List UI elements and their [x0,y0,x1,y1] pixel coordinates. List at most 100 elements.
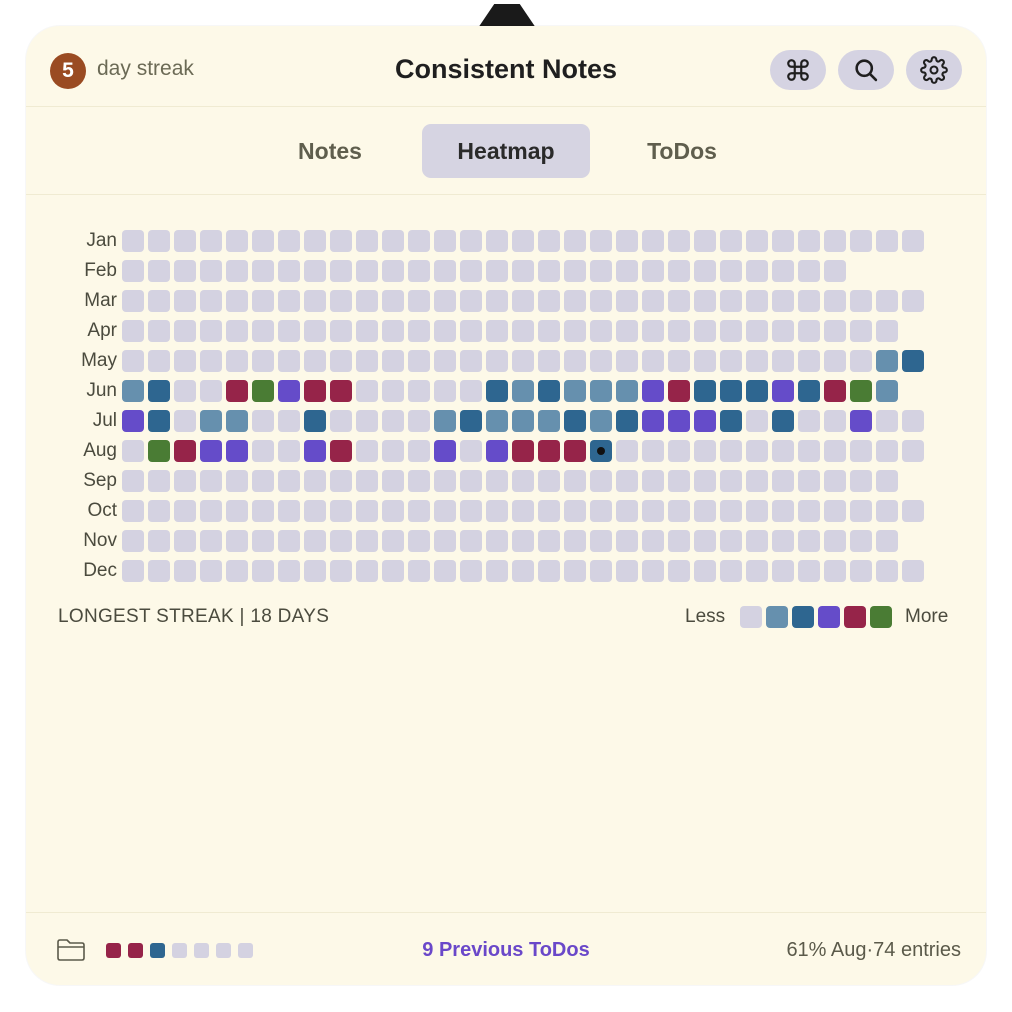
heatmap-day-cell[interactable] [174,560,196,582]
heatmap-day-cell[interactable] [876,500,898,522]
heatmap-day-cell[interactable] [668,530,690,552]
heatmap-day-cell[interactable] [174,230,196,252]
heatmap-day-cell[interactable] [408,260,430,282]
heatmap-day-cell[interactable] [642,260,664,282]
heatmap-day-cell[interactable] [486,350,508,372]
heatmap-day-cell[interactable] [590,230,612,252]
heatmap-day-cell[interactable] [278,260,300,282]
heatmap-day-cell[interactable] [226,290,248,312]
heatmap-day-cell[interactable] [668,230,690,252]
heatmap-day-cell[interactable] [746,500,768,522]
heatmap-day-cell[interactable] [382,500,404,522]
heatmap-day-cell[interactable] [330,260,352,282]
heatmap-day-cell[interactable] [252,350,274,372]
heatmap-day-cell[interactable] [148,410,170,432]
heatmap-day-cell[interactable] [122,560,144,582]
heatmap-day-cell[interactable] [564,320,586,342]
tab-notes[interactable]: Notes [270,124,390,178]
heatmap-day-cell[interactable] [486,530,508,552]
heatmap-day-cell[interactable] [460,380,482,402]
heatmap-day-cell[interactable] [382,320,404,342]
heatmap-day-cell[interactable] [902,350,924,372]
heatmap-day-cell[interactable] [720,320,742,342]
heatmap-day-cell[interactable] [798,560,820,582]
heatmap-day-cell[interactable] [304,350,326,372]
heatmap-day-cell[interactable] [382,260,404,282]
heatmap-day-cell[interactable] [720,380,742,402]
heatmap-day-cell[interactable] [850,350,872,372]
heatmap-day-cell[interactable] [304,500,326,522]
heatmap-day-cell[interactable] [174,290,196,312]
heatmap-day-cell[interactable] [590,350,612,372]
heatmap-day-cell[interactable] [538,320,560,342]
heatmap-day-cell[interactable] [226,230,248,252]
tab-todos[interactable]: ToDos [622,124,742,178]
heatmap-day-cell[interactable] [590,320,612,342]
heatmap-day-cell[interactable] [382,380,404,402]
heatmap-day-cell[interactable] [590,530,612,552]
heatmap-day-cell[interactable] [382,230,404,252]
heatmap-day-cell[interactable] [850,410,872,432]
heatmap-day-cell[interactable] [148,350,170,372]
heatmap-day-cell[interactable] [434,260,456,282]
heatmap-day-cell[interactable] [252,530,274,552]
heatmap-day-cell[interactable] [148,380,170,402]
heatmap-day-cell[interactable] [408,410,430,432]
heatmap-day-cell[interactable] [382,470,404,492]
heatmap-day-cell[interactable] [226,380,248,402]
heatmap-day-cell[interactable] [694,230,716,252]
heatmap-day-cell[interactable] [902,230,924,252]
heatmap-day-cell[interactable] [850,470,872,492]
heatmap-day-cell[interactable] [850,290,872,312]
heatmap-day-cell[interactable] [408,380,430,402]
heatmap-day-cell[interactable] [564,230,586,252]
heatmap-day-cell[interactable] [824,380,846,402]
heatmap-day-cell[interactable] [564,560,586,582]
heatmap-day-cell[interactable] [382,350,404,372]
heatmap-day-cell[interactable] [798,530,820,552]
heatmap-day-cell[interactable] [148,470,170,492]
heatmap-day-cell[interactable] [902,560,924,582]
heatmap-day-cell[interactable] [850,560,872,582]
heatmap-day-cell[interactable] [512,290,534,312]
heatmap-day-cell[interactable] [746,260,768,282]
heatmap-day-cell[interactable] [798,440,820,462]
heatmap-day-cell[interactable] [772,290,794,312]
heatmap-day-cell[interactable] [668,470,690,492]
heatmap-day-cell[interactable] [486,470,508,492]
heatmap-day-cell[interactable] [512,470,534,492]
heatmap-day-cell[interactable] [564,440,586,462]
command-button[interactable] [770,50,826,90]
heatmap-day-cell[interactable] [590,500,612,522]
heatmap-day-cell[interactable] [486,560,508,582]
heatmap-day-cell[interactable] [668,290,690,312]
heatmap-day-cell[interactable] [252,470,274,492]
heatmap-day-cell[interactable] [694,320,716,342]
heatmap-day-cell[interactable] [564,530,586,552]
heatmap-day-cell[interactable] [824,410,846,432]
heatmap-day-cell[interactable] [174,500,196,522]
heatmap-day-cell[interactable] [798,290,820,312]
heatmap-day-cell[interactable] [226,410,248,432]
heatmap-day-cell[interactable] [642,470,664,492]
heatmap-day-cell[interactable] [564,290,586,312]
heatmap-day-cell[interactable] [252,440,274,462]
heatmap-day-cell[interactable] [460,350,482,372]
heatmap-day-cell[interactable] [876,560,898,582]
heatmap-day-cell[interactable] [668,560,690,582]
heatmap-day-cell[interactable] [590,560,612,582]
heatmap-day-cell[interactable] [590,470,612,492]
heatmap-day-cell[interactable] [694,440,716,462]
heatmap-day-cell[interactable] [850,230,872,252]
heatmap-day-cell[interactable] [148,440,170,462]
heatmap-day-cell[interactable] [226,560,248,582]
heatmap-day-cell[interactable] [824,260,846,282]
heatmap-day-cell[interactable] [746,350,768,372]
heatmap-day-cell[interactable] [590,260,612,282]
heatmap-day-cell[interactable] [252,380,274,402]
heatmap-day-cell[interactable] [694,410,716,432]
heatmap-day-cell[interactable] [174,320,196,342]
heatmap-day-cell[interactable] [538,500,560,522]
heatmap-day-cell[interactable] [434,440,456,462]
heatmap-day-cell[interactable] [200,320,222,342]
